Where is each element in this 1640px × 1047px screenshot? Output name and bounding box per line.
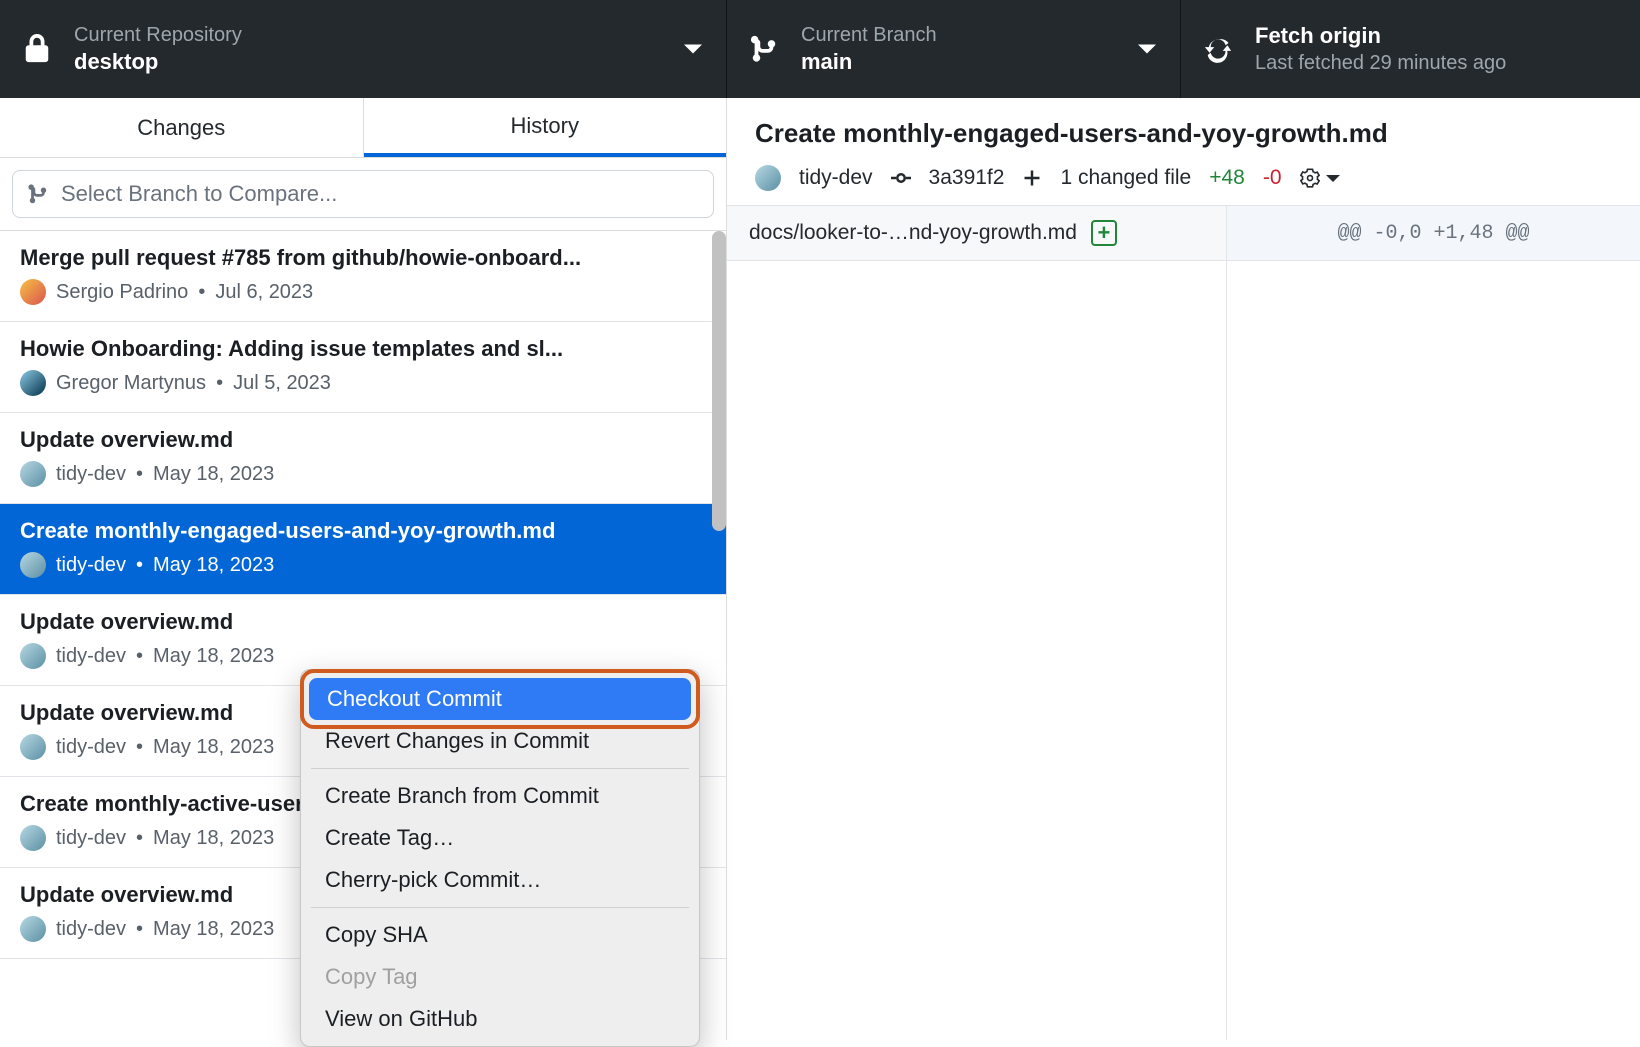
hunk-header: @@ -0,0 +1,48 @@ [1227, 206, 1640, 260]
commit-item-meta: tidy-dev•May 18, 2023 [20, 643, 706, 669]
file-added-icon: + [1091, 220, 1117, 246]
commit-item-date: May 18, 2023 [153, 736, 274, 759]
file-list-pane [727, 261, 1227, 1040]
main-area: Changes History Select Branch to Compare… [0, 98, 1640, 1040]
commit-author-avatar [20, 461, 46, 487]
files-changed: 1 changed file [1060, 166, 1191, 190]
commit-item-title: Create monthly-engaged-users-and-yoy-gro… [20, 518, 706, 544]
current-repository-selector[interactable]: Current Repository desktop [0, 0, 727, 98]
context-separator [311, 907, 689, 908]
commit-item-date: May 18, 2023 [153, 827, 274, 850]
commit-item-date: May 18, 2023 [153, 918, 274, 941]
git-branch-icon [749, 34, 779, 64]
commit-author-avatar [20, 916, 46, 942]
commit-sha: 3a391f2 [929, 166, 1005, 190]
commit-item-date: Jul 6, 2023 [215, 281, 313, 304]
commit-item[interactable]: Merge pull request #785 from github/howi… [0, 231, 726, 322]
commit-item-meta: tidy-dev•May 18, 2023 [20, 552, 706, 578]
commit-item-author: tidy-dev [56, 645, 126, 668]
compare-row: Select Branch to Compare... [0, 158, 726, 231]
git-branch-icon [27, 183, 49, 205]
changed-file-item[interactable]: docs/looker-to-…nd-yoy-growth.md + [727, 206, 1227, 260]
commit-author-avatar [20, 643, 46, 669]
context-view-github[interactable]: View on GitHub [301, 998, 699, 1040]
commit-item-author: tidy-dev [56, 736, 126, 759]
commit-author-avatar [20, 370, 46, 396]
file-path: docs/looker-to-…nd-yoy-growth.md [749, 221, 1077, 245]
commit-detail: Create monthly-engaged-users-and-yoy-gro… [727, 98, 1640, 1040]
top-toolbar: Current Repository desktop Current Branc… [0, 0, 1640, 98]
commit-item-author: tidy-dev [56, 554, 126, 577]
lock-icon [22, 34, 52, 64]
commit-item[interactable]: Create monthly-engaged-users-and-yoy-gro… [0, 504, 726, 595]
caret-down-icon [1326, 175, 1340, 182]
tab-changes[interactable]: Changes [0, 98, 364, 157]
commit-title: Create monthly-engaged-users-and-yoy-gro… [755, 118, 1612, 149]
commit-author-avatar [20, 279, 46, 305]
commit-item[interactable]: Howie Onboarding: Adding issue templates… [0, 322, 726, 413]
diff-icon [1022, 168, 1042, 188]
sidebar-tabs: Changes History [0, 98, 726, 158]
fetch-origin-button[interactable]: Fetch origin Last fetched 29 minutes ago [1181, 0, 1640, 98]
commit-header: Create monthly-engaged-users-and-yoy-gro… [727, 98, 1640, 205]
commit-sha-icon [891, 168, 911, 188]
context-copy-tag: Copy Tag [301, 956, 699, 998]
commit-item-title: Update overview.md [20, 609, 706, 635]
commit-author-avatar [20, 552, 46, 578]
deletions-count: -0 [1263, 166, 1282, 190]
commit-item-meta: tidy-dev•May 18, 2023 [20, 461, 706, 487]
commit-author-avatar [20, 734, 46, 760]
commit-item-date: May 18, 2023 [153, 645, 274, 668]
author-avatar [755, 165, 781, 191]
fetch-label: Fetch origin [1255, 22, 1506, 51]
commit-item-author: Sergio Padrino [56, 281, 188, 304]
fetch-status: Last fetched 29 minutes ago [1255, 50, 1506, 76]
sidebar: Changes History Select Branch to Compare… [0, 98, 727, 1040]
context-copy-sha[interactable]: Copy SHA [301, 914, 699, 956]
commit-item-author: tidy-dev [56, 463, 126, 486]
branch-label: Current Branch [801, 22, 937, 48]
gear-icon [1300, 168, 1320, 188]
commit-item-date: Jul 5, 2023 [233, 372, 331, 395]
file-bar: docs/looker-to-…nd-yoy-growth.md + @@ -0… [727, 205, 1640, 261]
commit-item-author: tidy-dev [56, 827, 126, 850]
commit-info-row: tidy-dev 3a391f2 1 changed file +48 -0 [755, 165, 1612, 191]
context-revert[interactable]: Revert Changes in Commit [301, 720, 699, 762]
repo-label: Current Repository [74, 22, 242, 48]
commit-item-title: Update overview.md [20, 427, 706, 453]
commit-item-date: May 18, 2023 [153, 554, 274, 577]
commit-item-title: Howie Onboarding: Adding issue templates… [20, 336, 706, 362]
diff-options-button[interactable] [1300, 168, 1340, 188]
additions-count: +48 [1209, 166, 1245, 190]
current-branch-selector[interactable]: Current Branch main [727, 0, 1181, 98]
scrollbar-thumb[interactable] [712, 231, 726, 531]
context-cherry-pick[interactable]: Cherry-pick Commit… [301, 859, 699, 901]
diff-area [727, 261, 1640, 1040]
commit-author: tidy-dev [799, 166, 873, 190]
caret-down-icon [684, 45, 702, 54]
compare-placeholder: Select Branch to Compare... [61, 181, 337, 207]
tab-history[interactable]: History [364, 98, 727, 157]
caret-down-icon [1138, 45, 1156, 54]
commit-item[interactable]: Update overview.md tidy-dev•May 18, 2023 [0, 413, 726, 504]
commit-item-date: May 18, 2023 [153, 463, 274, 486]
branch-compare-selector[interactable]: Select Branch to Compare... [12, 170, 714, 218]
repo-value: desktop [74, 48, 242, 77]
commit-author-avatar [20, 825, 46, 851]
sync-icon [1203, 34, 1233, 64]
branch-value: main [801, 48, 937, 77]
commit-context-menu: Revert Changes in Commit Create Branch f… [300, 669, 700, 1047]
commit-item-author: Gregor Martynus [56, 372, 206, 395]
diff-content-pane [1227, 261, 1640, 1040]
commit-item-author: tidy-dev [56, 918, 126, 941]
context-create-branch[interactable]: Create Branch from Commit [301, 775, 699, 817]
context-separator [311, 768, 689, 769]
commit-item-meta: Gregor Martynus•Jul 5, 2023 [20, 370, 706, 396]
commit-item-meta: Sergio Padrino•Jul 6, 2023 [20, 279, 706, 305]
commit-item-title: Merge pull request #785 from github/howi… [20, 245, 706, 271]
context-create-tag[interactable]: Create Tag… [301, 817, 699, 859]
